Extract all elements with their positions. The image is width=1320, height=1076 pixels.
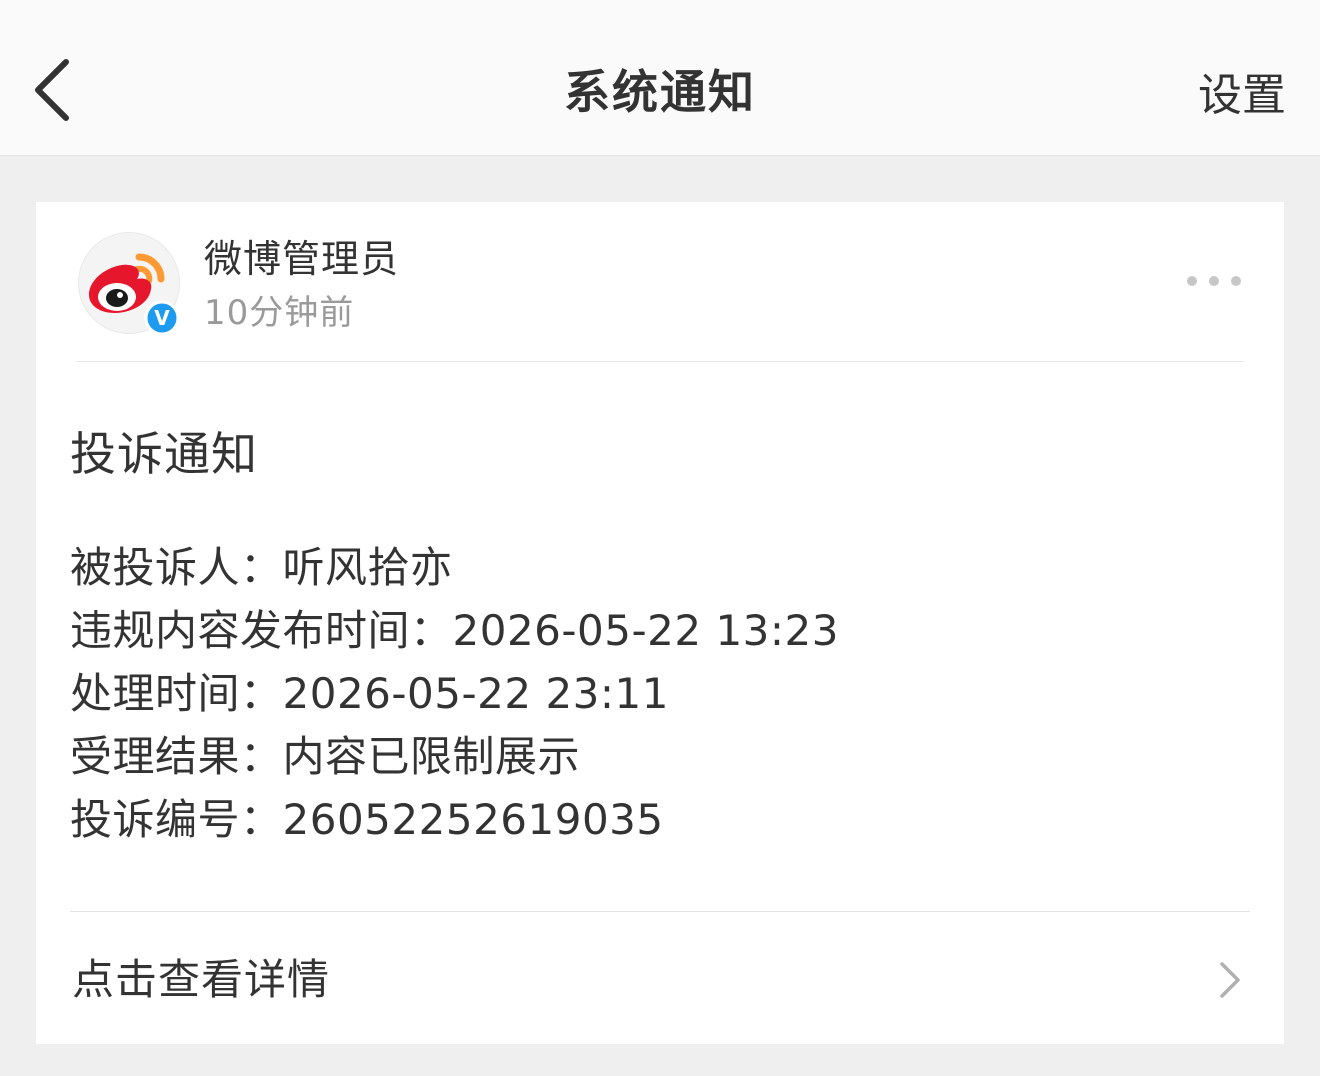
detail-list: 被投诉人：听风拾亦 违规内容发布时间：2026-05-22 13:23 处理时间… (70, 536, 839, 851)
sender-name[interactable]: 微博管理员 (204, 234, 399, 284)
detail-value: 2026-05-22 23:11 (282, 669, 669, 718)
view-detail-label: 点击查看详情 (72, 955, 331, 1004)
notice-title: 投诉通知 (70, 427, 258, 481)
detail-label: 投诉编号： (70, 795, 283, 844)
detail-row-result: 受理结果：内容已限制展示 (70, 725, 839, 788)
detail-label: 受理结果： (70, 732, 283, 781)
detail-row-process-time: 处理时间：2026-05-22 23:11 (70, 662, 839, 725)
page-title: 系统通知 (564, 65, 756, 119)
divider (76, 361, 1244, 362)
nav-bar: 系统通知 设置 (0, 0, 1320, 156)
detail-label: 处理时间： (70, 669, 283, 718)
detail-value: 2026-05-22 13:23 (452, 606, 839, 655)
view-detail-link[interactable]: 点击查看详情 (36, 912, 1284, 1044)
verified-badge: V (144, 300, 180, 336)
detail-label: 被投诉人： (70, 543, 283, 592)
detail-value: 26052252619035 (282, 795, 664, 844)
verified-badge-icon: V (144, 300, 180, 336)
detail-value: 听风拾亦 (282, 543, 453, 592)
detail-row-complainee: 被投诉人：听风拾亦 (70, 536, 839, 599)
settings-button[interactable]: 设置 (1198, 66, 1286, 126)
detail-row-publish-time: 违规内容发布时间：2026-05-22 13:23 (70, 599, 839, 662)
chevron-right-icon (1220, 962, 1240, 998)
detail-row-complaint-id: 投诉编号：26052252619035 (70, 788, 839, 851)
more-button[interactable] (1184, 266, 1244, 296)
detail-value: 内容已限制展示 (282, 732, 581, 781)
verified-mark: V (154, 306, 170, 330)
chevron-right-wrap (1214, 960, 1244, 1000)
sender-time: 10分钟前 (204, 293, 355, 333)
more-dots-icon (1187, 276, 1241, 286)
detail-label: 违规内容发布时间： (70, 606, 453, 655)
notification-card: V 微博管理员 10分钟前 投诉通知 被投诉人：听风拾亦 违规内容发布时间：20… (36, 202, 1284, 1044)
